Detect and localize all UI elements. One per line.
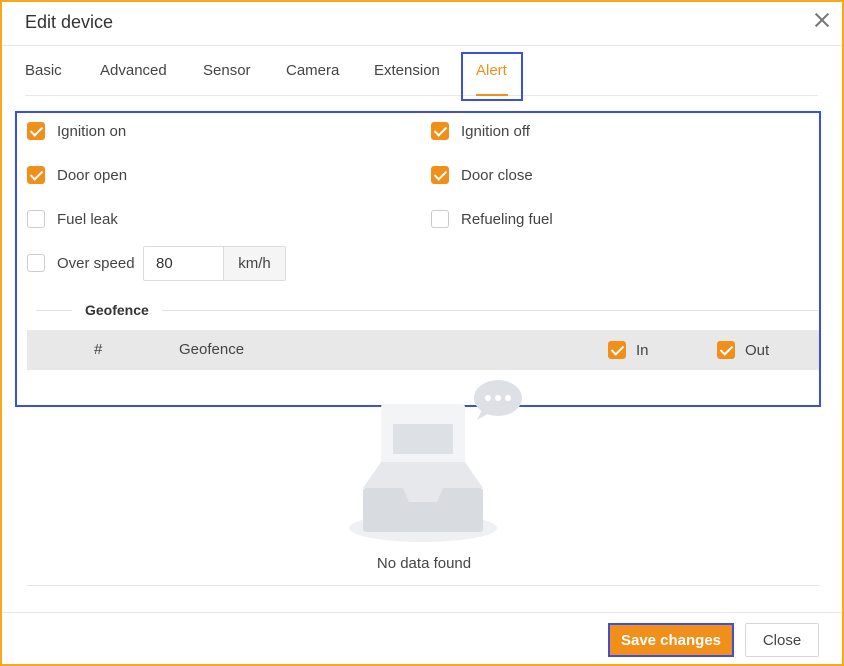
- highlight-box-tab: [461, 52, 523, 101]
- tab-basic[interactable]: Basic: [25, 62, 62, 79]
- close-button[interactable]: Close: [745, 623, 819, 657]
- empty-inbox-icon: [349, 380, 522, 542]
- edit-device-dialog: Edit device Basic Advanced Sensor Camera…: [0, 0, 844, 666]
- save-changes-button[interactable]: Save changes: [608, 623, 734, 657]
- tab-extension[interactable]: Extension: [374, 62, 440, 79]
- tab-advanced[interactable]: Advanced: [100, 62, 167, 79]
- dialog-title: Edit device: [25, 12, 114, 32]
- tab-bar: Basic Advanced Sensor Camera Extension A…: [25, 58, 818, 96]
- empty-state-text: No data found: [376, 555, 472, 572]
- tab-sensor[interactable]: Sensor: [203, 62, 251, 79]
- close-icon[interactable]: [812, 10, 832, 30]
- dialog-header: Edit device: [2, 2, 842, 46]
- tab-camera[interactable]: Camera: [286, 62, 339, 79]
- table-bottom-border: [27, 585, 819, 586]
- highlight-box-alerts: [15, 111, 821, 407]
- dialog-footer-divider: [2, 612, 842, 613]
